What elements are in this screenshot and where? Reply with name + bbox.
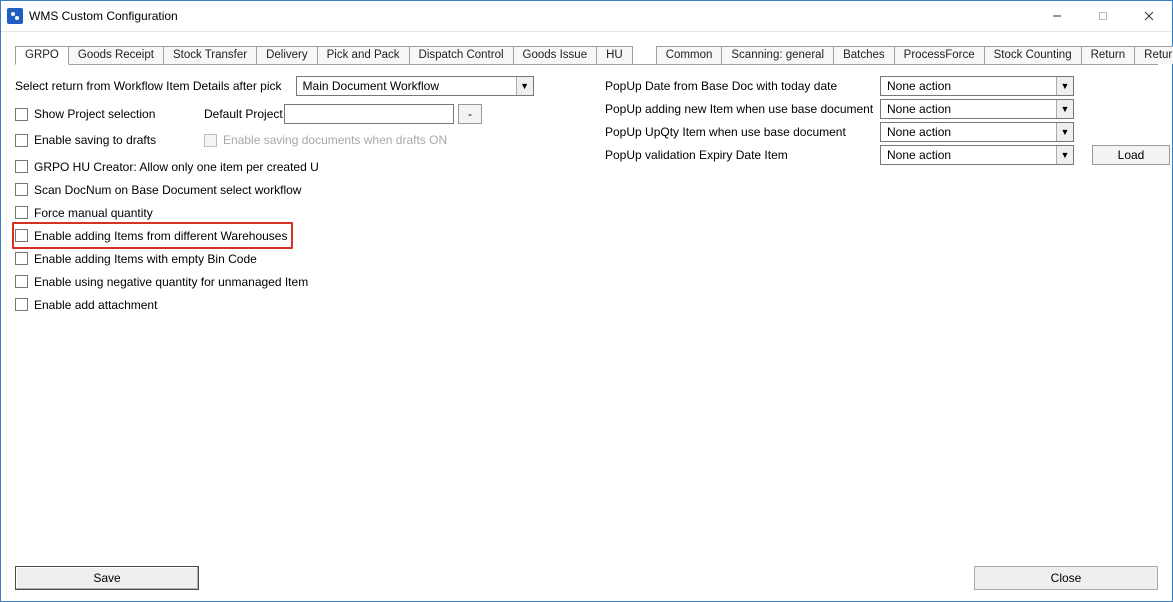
popup-setting-dropdown[interactable]: None action▼: [880, 99, 1074, 119]
select-return-label: Select return from Workflow Item Details…: [15, 79, 290, 93]
popup-setting-row: PopUp Date from Base Doc with today date…: [605, 75, 1170, 97]
popup-setting-value: None action: [881, 148, 1056, 162]
window-title: WMS Custom Configuration: [29, 9, 1034, 23]
tab-processforce[interactable]: ProcessForce: [894, 46, 985, 64]
option-checkbox[interactable]: [15, 206, 28, 219]
checkbox-row: Enable adding Items from different Wareh…: [15, 224, 545, 247]
tab-goods-receipt[interactable]: Goods Receipt: [68, 46, 164, 64]
saving-drafts-checkbox[interactable]: [15, 134, 28, 147]
tab-batches[interactable]: Batches: [833, 46, 895, 64]
highlighted-option: Enable adding Items from different Wareh…: [12, 222, 293, 249]
option-label: Enable add attachment: [34, 298, 157, 312]
tab-delivery[interactable]: Delivery: [256, 46, 318, 64]
footer-bar: Save Close: [1, 565, 1172, 601]
saving-drafts-label: Enable saving to drafts: [34, 133, 204, 147]
popup-setting-row: PopUp adding new Item when use base docu…: [605, 98, 1170, 120]
left-column: Select return from Workflow Item Details…: [15, 75, 545, 316]
option-checkbox[interactable]: [15, 160, 28, 173]
popup-setting-label: PopUp UpQty Item when use base document: [605, 125, 880, 139]
option-label: Enable adding Items from different Wareh…: [34, 229, 287, 243]
option-checkbox[interactable]: [15, 275, 28, 288]
saving-docs-when-drafts-label: Enable saving documents when drafts ON: [223, 133, 447, 147]
checkbox-list: GRPO HU Creator: Allow only one item per…: [15, 155, 545, 316]
tab-return[interactable]: Return: [1081, 46, 1136, 64]
chevron-down-icon: ▼: [516, 77, 533, 95]
option-label: Enable using negative quantity for unman…: [34, 275, 308, 289]
popup-setting-row: PopUp UpQty Item when use base documentN…: [605, 121, 1170, 143]
popup-setting-label: PopUp adding new Item when use base docu…: [605, 102, 880, 116]
tab-strip: GRPOGoods ReceiptStock TransferDeliveryP…: [15, 42, 1158, 65]
close-button[interactable]: Close: [974, 566, 1158, 590]
content-area: GRPOGoods ReceiptStock TransferDeliveryP…: [1, 32, 1172, 565]
popup-settings: PopUp Date from Base Doc with today date…: [605, 75, 1170, 166]
chevron-down-icon: ▼: [1056, 100, 1073, 118]
app-icon: [7, 8, 23, 24]
option-checkbox[interactable]: [15, 229, 28, 242]
option-label: Enable adding Items with empty Bin Code: [34, 252, 257, 266]
tab-grpo[interactable]: GRPO: [15, 46, 69, 65]
tab-common[interactable]: Common: [656, 46, 723, 64]
option-checkbox[interactable]: [15, 298, 28, 311]
tab-group-left: GRPOGoods ReceiptStock TransferDeliveryP…: [15, 46, 632, 64]
chevron-down-icon: ▼: [1056, 123, 1073, 141]
option-checkbox[interactable]: [15, 183, 28, 196]
popup-setting-label: PopUp Date from Base Doc with today date: [605, 79, 880, 93]
chevron-down-icon: ▼: [1056, 146, 1073, 164]
tab-goods-issue[interactable]: Goods Issue: [513, 46, 598, 64]
tab-hu[interactable]: HU: [596, 46, 633, 64]
saving-docs-when-drafts-checkbox: [204, 134, 217, 147]
option-label: Scan DocNum on Base Document select work…: [34, 183, 301, 197]
popup-setting-label: PopUp validation Expiry Date Item: [605, 148, 880, 162]
minimize-button[interactable]: [1034, 1, 1080, 31]
maximize-icon: [1098, 11, 1108, 21]
save-button[interactable]: Save: [15, 566, 199, 590]
default-project-input[interactable]: [284, 104, 454, 124]
checkbox-row: Force manual quantity: [15, 201, 545, 224]
tab-stock-counting[interactable]: Stock Counting: [984, 46, 1082, 64]
chevron-down-icon: ▼: [1056, 77, 1073, 95]
checkbox-row: GRPO HU Creator: Allow only one item per…: [15, 155, 545, 178]
show-project-label: Show Project selection: [34, 107, 204, 121]
popup-setting-dropdown[interactable]: None action▼: [880, 145, 1074, 165]
app-window: WMS Custom Configuration GRPOGoods Recei…: [0, 0, 1173, 602]
popup-setting-value: None action: [881, 125, 1056, 139]
maximize-button[interactable]: [1080, 1, 1126, 31]
popup-setting-value: None action: [881, 102, 1056, 116]
select-return-value: Main Document Workflow: [297, 79, 516, 93]
load-button[interactable]: Load: [1092, 145, 1170, 165]
minimize-icon: [1052, 11, 1062, 21]
tab-scanning-general[interactable]: Scanning: general: [721, 46, 834, 64]
option-checkbox[interactable]: [15, 252, 28, 265]
checkbox-row: Enable add attachment: [15, 293, 545, 316]
right-column: PopUp Date from Base Doc with today date…: [605, 75, 1170, 316]
popup-setting-row: PopUp validation Expiry Date ItemNone ac…: [605, 144, 1170, 166]
checkbox-row: Enable adding Items with empty Bin Code: [15, 247, 545, 270]
checkbox-row: Scan DocNum on Base Document select work…: [15, 178, 545, 201]
option-label: GRPO HU Creator: Allow only one item per…: [34, 160, 319, 174]
tab-return-grpo[interactable]: Return GRPO: [1134, 46, 1173, 64]
popup-setting-dropdown[interactable]: None action▼: [880, 122, 1074, 142]
tab-group-right: CommonScanning: generalBatchesProcessFor…: [656, 46, 1173, 64]
select-return-dropdown[interactable]: Main Document Workflow ▼: [296, 76, 534, 96]
close-icon: [1144, 11, 1154, 21]
default-project-picker-button[interactable]: -: [458, 104, 482, 124]
tab-pick-and-pack[interactable]: Pick and Pack: [317, 46, 410, 64]
titlebar: WMS Custom Configuration: [1, 1, 1172, 32]
close-window-button[interactable]: [1126, 1, 1172, 31]
default-project-label: Default Project: [204, 107, 284, 121]
show-project-checkbox[interactable]: [15, 108, 28, 121]
checkbox-row: Enable using negative quantity for unman…: [15, 270, 545, 293]
popup-setting-value: None action: [881, 79, 1056, 93]
tab-body: Select return from Workflow Item Details…: [15, 75, 1158, 316]
tab-stock-transfer[interactable]: Stock Transfer: [163, 46, 257, 64]
tab-dispatch-control[interactable]: Dispatch Control: [409, 46, 514, 64]
option-label: Force manual quantity: [34, 206, 153, 220]
popup-setting-dropdown[interactable]: None action▼: [880, 76, 1074, 96]
